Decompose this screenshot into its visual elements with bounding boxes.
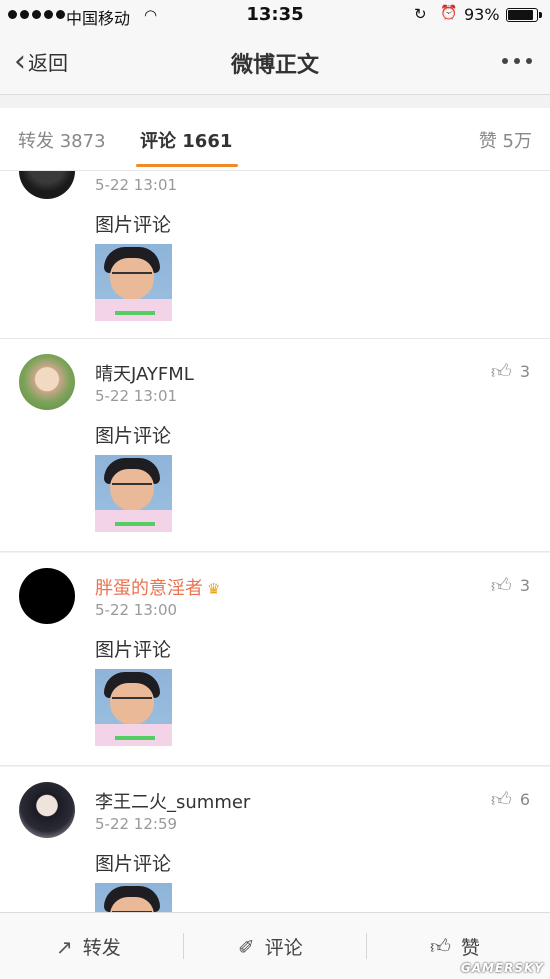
avatar[interactable]: [19, 782, 75, 838]
more-dots-icon[interactable]: [502, 58, 532, 64]
like-count: 3: [519, 361, 530, 381]
comment-image[interactable]: [95, 883, 172, 912]
comment-image[interactable]: [95, 455, 172, 532]
comment-username[interactable]: 胖蛋的意淫者 ♛: [95, 574, 220, 600]
comment-text: 图片评论: [95, 853, 172, 875]
wifi-icon: ◠: [144, 6, 158, 24]
comment-list[interactable]: 5-22 13:01 图片评论 晴天JAYFML 5-22 13:01 图片评论…: [0, 171, 550, 912]
comment-icon: ✐: [238, 934, 255, 959]
repost-button[interactable]: ↗ 转发: [56, 933, 121, 960]
comment-text: 图片评论: [95, 639, 172, 661]
signal-strength-icon: [8, 10, 65, 19]
battery-icon: [506, 8, 542, 22]
alarm-icon: ⏰: [440, 5, 458, 21]
comment-time: 5-22 13:01: [95, 387, 178, 405]
like-button[interactable]: 👍︎ 3: [491, 575, 530, 595]
comment-time: 5-22 13:00: [95, 601, 178, 619]
like-label: 赞: [460, 937, 480, 959]
comment-time: 5-22 12:59: [95, 815, 178, 833]
like-count: 6: [519, 789, 530, 809]
comment-image[interactable]: [95, 669, 172, 746]
like-post-button[interactable]: 👍︎ 赞: [430, 933, 480, 960]
tab-repost[interactable]: 转发 3873: [18, 127, 106, 153]
battery-fill: [508, 10, 534, 20]
repost-icon: ↗: [56, 934, 73, 959]
comment-image[interactable]: [95, 244, 172, 321]
thumbs-up-icon: 👍︎: [490, 787, 512, 811]
toolbar-divider: [183, 933, 184, 959]
crown-icon: ♛: [207, 580, 221, 598]
username-text: 胖蛋的意淫者: [95, 578, 203, 599]
bottom-toolbar: ↗ 转发 ✐ 评论 👍︎ 赞 GAMERSKY: [0, 912, 550, 979]
tab-comment[interactable]: 评论 1661: [140, 127, 232, 153]
like-button[interactable]: 👍︎ 6: [491, 789, 530, 809]
watermark: GAMERSKY: [460, 961, 544, 975]
carrier-name: 中国移动: [66, 9, 131, 28]
thumbs-up-icon: 👍︎: [490, 359, 512, 383]
comment-time: 5-22 13:01: [95, 176, 178, 194]
comment-text: 图片评论: [95, 214, 172, 236]
tab-like[interactable]: 赞 5万: [479, 127, 532, 153]
like-button[interactable]: 👍︎ 3: [491, 361, 530, 381]
comment-username[interactable]: 晴天JAYFML: [95, 360, 194, 386]
comment-item: 5-22 13:01 图片评论: [0, 171, 550, 339]
repost-label: 转发: [82, 937, 121, 959]
comment-item: 李王二火_summer 5-22 12:59 图片评论 👍︎ 6: [0, 767, 550, 912]
battery-percent: 93%: [464, 5, 500, 24]
page-title: 微博正文: [230, 53, 319, 78]
comment-label: 评论: [264, 937, 303, 959]
comment-item: 晴天JAYFML 5-22 13:01 图片评论 👍︎ 3: [0, 339, 550, 552]
like-count: 3: [519, 575, 530, 595]
thumbs-up-icon: 👍︎: [430, 934, 451, 958]
comment-item: 胖蛋的意淫者 ♛ 5-22 13:00 图片评论 👍︎ 3: [0, 553, 550, 766]
comment-username[interactable]: 李王二火_summer: [95, 788, 250, 814]
avatar[interactable]: [19, 354, 75, 410]
active-tab-indicator: [136, 164, 238, 167]
rotation-lock-icon: ↻: [414, 5, 427, 23]
toolbar-divider: [366, 933, 367, 959]
thumbs-up-icon: 👍︎: [490, 573, 512, 597]
nav-bar: ‹ 返回 微博正文: [0, 30, 550, 95]
tab-bar: 转发 3873 评论 1661 赞 5万: [0, 108, 550, 171]
avatar[interactable]: [19, 568, 75, 624]
status-bar: 中国移动 ◠ 13:35 ↻ ⏰ 93%: [0, 0, 550, 30]
avatar[interactable]: [19, 171, 75, 199]
comment-button[interactable]: ✐ 评论: [238, 933, 303, 960]
comment-text: 图片评论: [95, 425, 172, 447]
